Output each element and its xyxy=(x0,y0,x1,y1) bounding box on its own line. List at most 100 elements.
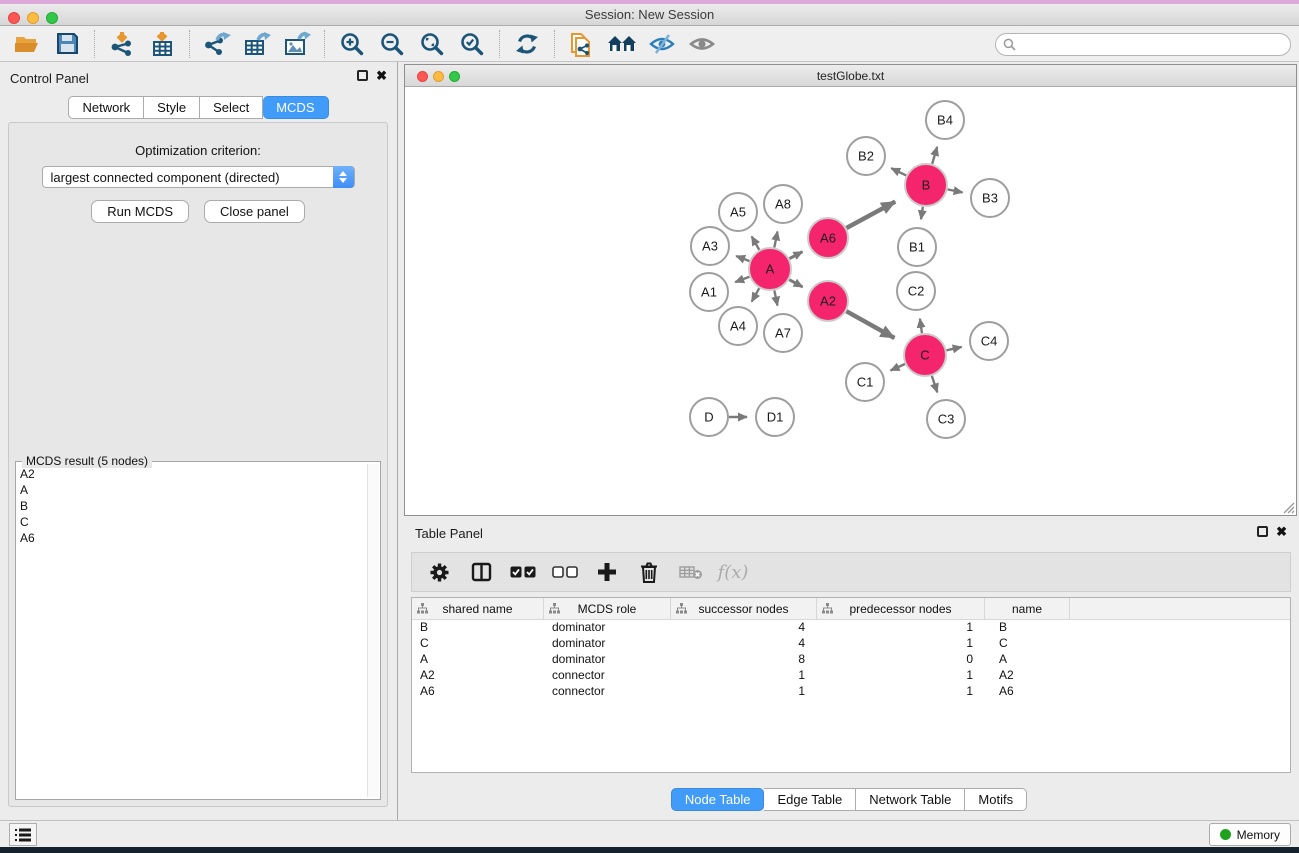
result-list-item[interactable]: A6 xyxy=(20,530,366,546)
show-column-button[interactable] xyxy=(462,556,500,588)
function-builder-button[interactable]: f(x) xyxy=(714,556,752,588)
save-session-button[interactable] xyxy=(47,29,87,59)
control-panel: Control Panel ✖ NetworkStyleSelectMCDS O… xyxy=(0,62,398,820)
table-tab-motifs[interactable]: Motifs xyxy=(965,788,1027,811)
refresh-button[interactable] xyxy=(507,29,547,59)
node-label-A2: A2 xyxy=(820,294,836,309)
edge-B-B2[interactable] xyxy=(891,168,906,175)
close-table-panel-icon[interactable]: ✖ xyxy=(1276,526,1287,537)
hide-selected-button[interactable] xyxy=(642,29,682,59)
node-label-B1: B1 xyxy=(909,240,925,255)
result-scrollbar[interactable] xyxy=(367,464,379,797)
memory-status-icon xyxy=(1220,829,1231,840)
optimization-criterion-select[interactable]: largest connected component (directed) xyxy=(42,166,355,188)
memory-button[interactable]: Memory xyxy=(1209,823,1291,846)
create-column-button[interactable] xyxy=(588,556,626,588)
table-cell: A6 xyxy=(412,684,544,700)
column-header-MCDS-role[interactable]: MCDS role xyxy=(544,598,671,619)
table-toolbar: f(x) xyxy=(411,552,1291,592)
edge-A-A3[interactable] xyxy=(736,256,749,261)
table-cell: 0 xyxy=(817,652,985,668)
edge-A-A5[interactable] xyxy=(752,236,760,249)
table-options-button[interactable] xyxy=(420,556,458,588)
column-header-shared-name[interactable]: shared name xyxy=(412,598,544,619)
edge-A-A2[interactable] xyxy=(789,280,802,287)
export-network-button[interactable] xyxy=(197,29,237,59)
zoom-out-button[interactable] xyxy=(372,29,412,59)
table-row[interactable]: Bdominator41B xyxy=(412,620,1290,636)
table-row[interactable]: A6connector11A6 xyxy=(412,684,1290,700)
tab-select[interactable]: Select xyxy=(200,96,263,119)
edge-B-B1[interactable] xyxy=(921,207,923,220)
result-list-item[interactable]: A2 xyxy=(20,466,366,482)
delete-column-button[interactable] xyxy=(630,556,668,588)
import-table-button[interactable] xyxy=(142,29,182,59)
search-input[interactable] xyxy=(1016,36,1290,54)
table-tab-node-table[interactable]: Node Table xyxy=(671,788,765,811)
delete-table-button[interactable] xyxy=(672,556,710,588)
table-row[interactable]: A2connector11A2 xyxy=(412,668,1290,684)
result-list-item[interactable]: C xyxy=(20,514,366,530)
select-all-columns-button[interactable] xyxy=(504,556,542,588)
network-window-titlebar[interactable]: testGlobe.txt xyxy=(405,65,1296,87)
edge-B-B4[interactable] xyxy=(932,147,937,164)
edge-A-A8[interactable] xyxy=(774,231,777,247)
network-canvas[interactable]: AA1A3A4A5A7A8A6A2BB1B2B3B4CC1C2C3C4DD1 xyxy=(405,87,1296,515)
edge-C-C1[interactable] xyxy=(891,364,905,370)
edge-C-C4[interactable] xyxy=(946,347,961,350)
result-list-item[interactable]: B xyxy=(20,498,366,514)
network-window-title: testGlobe.txt xyxy=(405,69,1296,83)
resize-grip-icon[interactable] xyxy=(1281,500,1295,514)
column-header-successor-nodes[interactable]: successor nodes xyxy=(671,598,817,619)
edge-C-C3[interactable] xyxy=(932,376,937,392)
unselect-all-columns-button[interactable] xyxy=(546,556,584,588)
first-neighbors-button[interactable] xyxy=(602,29,642,59)
open-session-button[interactable] xyxy=(7,29,47,59)
edge-A-A1[interactable] xyxy=(735,277,749,282)
mcds-result-list[interactable]: A2ABCA6 xyxy=(20,466,366,797)
task-history-button[interactable] xyxy=(9,823,37,846)
table-tab-network-table[interactable]: Network Table xyxy=(856,788,965,811)
network-graph[interactable]: AA1A3A4A5A7A8A6A2BB1B2B3B4CC1C2C3C4DD1 xyxy=(405,87,1296,515)
show-all-button[interactable] xyxy=(682,29,722,59)
node-table[interactable]: shared nameMCDS rolesuccessor nodesprede… xyxy=(411,597,1291,773)
search-box[interactable] xyxy=(995,33,1291,56)
edge-A-A6[interactable] xyxy=(789,252,802,259)
close-panel-button[interactable]: Close panel xyxy=(204,200,305,223)
float-panel-icon[interactable] xyxy=(357,70,368,81)
table-cell: 8 xyxy=(671,652,817,668)
eye-icon xyxy=(689,33,715,55)
edge-C-C2[interactable] xyxy=(920,319,922,333)
result-list-item[interactable]: A xyxy=(20,482,366,498)
run-mcds-button[interactable]: Run MCDS xyxy=(91,200,189,223)
tab-mcds[interactable]: MCDS xyxy=(263,96,328,119)
table-cell: 1 xyxy=(817,684,985,700)
edge-B-B3[interactable] xyxy=(948,189,963,192)
zoom-fit-button[interactable] xyxy=(412,29,452,59)
new-network-from-selection-button[interactable] xyxy=(562,29,602,59)
edge-A-A4[interactable] xyxy=(752,288,760,301)
edge-A2-C[interactable] xyxy=(846,311,894,338)
optimization-criterion-label: Optimization criterion: xyxy=(9,143,387,158)
table-cell: A2 xyxy=(412,668,544,684)
table-row[interactable]: Adominator80A xyxy=(412,652,1290,668)
node-label-A5: A5 xyxy=(730,205,746,220)
table-cell: 1 xyxy=(817,620,985,636)
import-network-button[interactable] xyxy=(102,29,142,59)
close-panel-icon[interactable]: ✖ xyxy=(376,70,387,81)
table-row[interactable]: Cdominator41C xyxy=(412,636,1290,652)
column-header-name[interactable]: name xyxy=(985,598,1070,619)
float-table-panel-icon[interactable] xyxy=(1257,526,1268,537)
tab-network[interactable]: Network xyxy=(68,96,144,119)
column-header-predecessor-nodes[interactable]: predecessor nodes xyxy=(817,598,985,619)
main-toolbar xyxy=(0,26,1299,62)
export-image-button[interactable] xyxy=(277,29,317,59)
zoom-selected-button[interactable] xyxy=(452,29,492,59)
edge-A6-B[interactable] xyxy=(846,202,895,228)
table-tab-edge-table[interactable]: Edge Table xyxy=(764,788,856,811)
table-cell: 1 xyxy=(671,668,817,684)
tab-style[interactable]: Style xyxy=(144,96,200,119)
export-table-button[interactable] xyxy=(237,29,277,59)
edge-A-A7[interactable] xyxy=(774,291,777,306)
zoom-in-button[interactable] xyxy=(332,29,372,59)
